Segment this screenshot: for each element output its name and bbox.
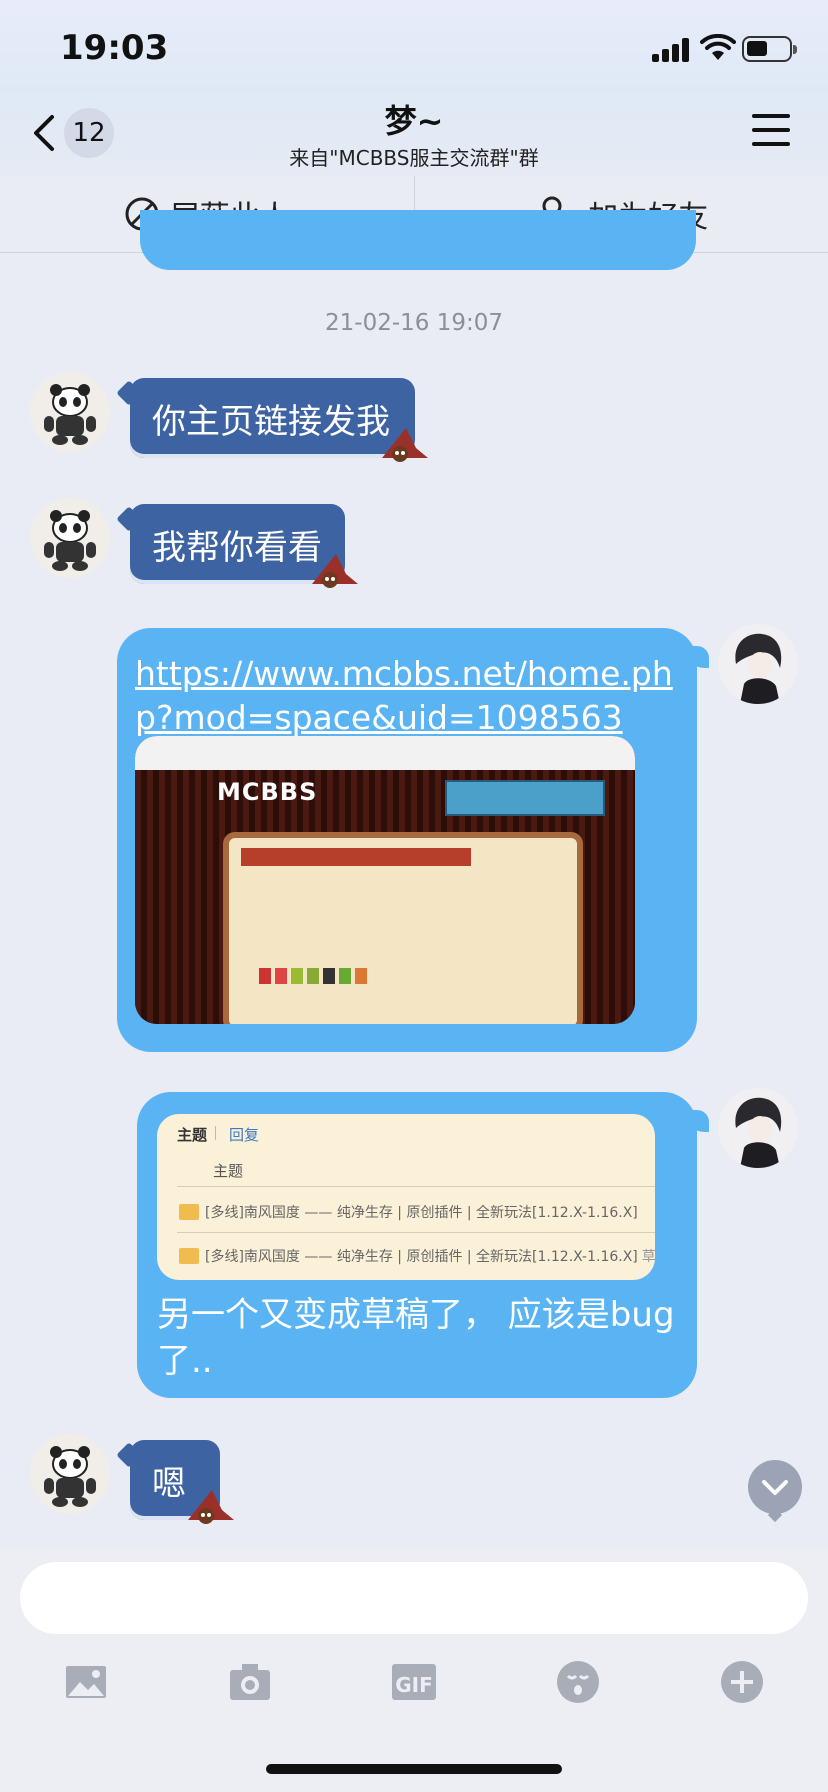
emoji-icon[interactable] [554, 1658, 602, 1706]
home-indicator[interactable] [266, 1764, 562, 1774]
panda-avatar-icon [44, 510, 96, 571]
battery-icon [742, 36, 797, 62]
panda-avatar-icon [44, 1446, 96, 1507]
folder-icon [179, 1248, 199, 1264]
anime-boy-avatar-icon [735, 633, 782, 704]
screenshot-card[interactable]: 主题 回复 主题 [多线]南风国度 —— 纯净生存 | 原创插件 | 全新玩法[… [157, 1114, 655, 1280]
site-banner [445, 780, 605, 816]
image-icon[interactable] [62, 1658, 110, 1706]
outgoing-message-bubble[interactable]: https://www.mcbbs.net/home.php?mod=space… [117, 628, 709, 1052]
gif-icon[interactable]: GIF [390, 1658, 438, 1706]
camera-icon[interactable] [226, 1658, 274, 1706]
avatar[interactable] [718, 1088, 798, 1168]
scroll-down-button[interactable] [748, 1460, 802, 1514]
draft-label: 草稿 [641, 1249, 655, 1265]
message-text: 我帮你看看 [152, 527, 322, 568]
outgoing-message-bubble[interactable]: 主题 回复 主题 [多线]南风国度 —— 纯净生存 | 原创插件 | 全新玩法[… [137, 1092, 709, 1398]
chat-title: 梦~ [384, 102, 444, 140]
avatar[interactable] [30, 1434, 110, 1514]
wizard-hat-decoration-icon [382, 428, 428, 462]
folder-icon [179, 1204, 199, 1220]
incoming-message-bubble[interactable]: 你主页链接发我 [130, 378, 415, 458]
avatar[interactable] [30, 372, 110, 452]
signal-icon [652, 38, 690, 62]
message-text: 另一个又变成草稿了， 应该是bug了.. [157, 1295, 675, 1381]
avatar[interactable] [718, 624, 798, 704]
message-link[interactable]: https://www.mcbbs.net/home.php?mod=space… [135, 652, 695, 740]
message-text: 你主页链接发我 [152, 401, 390, 442]
medal-row [259, 968, 367, 984]
scroll-down-icon [762, 1480, 788, 1495]
thread-row: [多线]南风国度 —— 纯净生存 | 原创插件 | 全新玩法[1.12.X-1.… [179, 1202, 638, 1222]
status-time: 19:03 [60, 28, 169, 68]
thread-title: [多线]南风国度 —— 纯净生存 | 原创插件 | 全新玩法[1.12.X-1.… [205, 1249, 638, 1265]
avatar[interactable] [30, 498, 110, 578]
wizard-hat-decoration-icon [312, 554, 358, 588]
site-logo: MCBBS [217, 778, 318, 806]
previous-message-bubble[interactable] [140, 210, 696, 270]
message-timestamp: 21-02-16 19:07 [325, 310, 503, 336]
anime-boy-avatar-icon [735, 1097, 782, 1168]
chat-header: 19:03 12 梦~ 来自"MCBBS服主交流群"群 [0, 0, 828, 176]
composer: GIF [0, 1548, 828, 1792]
divider [177, 1186, 655, 1187]
tab-topic: 主题 [177, 1126, 208, 1144]
column-label: 主题 [213, 1162, 244, 1180]
thread-row: [多线]南风国度 —— 纯净生存 | 原创插件 | 全新玩法[1.12.X-1.… [179, 1246, 655, 1266]
chat-subtitle: 来自"MCBBS服主交流群"群 [289, 146, 539, 170]
panda-avatar-icon [44, 384, 96, 445]
plus-icon[interactable] [718, 1658, 766, 1706]
divider [177, 1232, 655, 1233]
browser-toolbar [135, 736, 635, 770]
message-input[interactable] [20, 1562, 808, 1634]
wizard-hat-decoration-icon [188, 1490, 234, 1524]
site-nav-bar [241, 848, 471, 866]
thread-title: [多线]南风国度 —— 纯净生存 | 原创插件 | 全新玩法[1.12.X-1.… [205, 1205, 638, 1221]
svg-text:GIF: GIF [395, 1673, 433, 1697]
menu-icon[interactable] [752, 114, 790, 148]
link-preview-image[interactable]: MCBBS [135, 736, 635, 1024]
tab-separator [215, 1126, 216, 1140]
profile-panel [223, 832, 583, 1024]
tab-reply: 回复 [229, 1126, 260, 1144]
wifi-icon [700, 34, 736, 60]
message-text: 嗯 [152, 1463, 186, 1504]
